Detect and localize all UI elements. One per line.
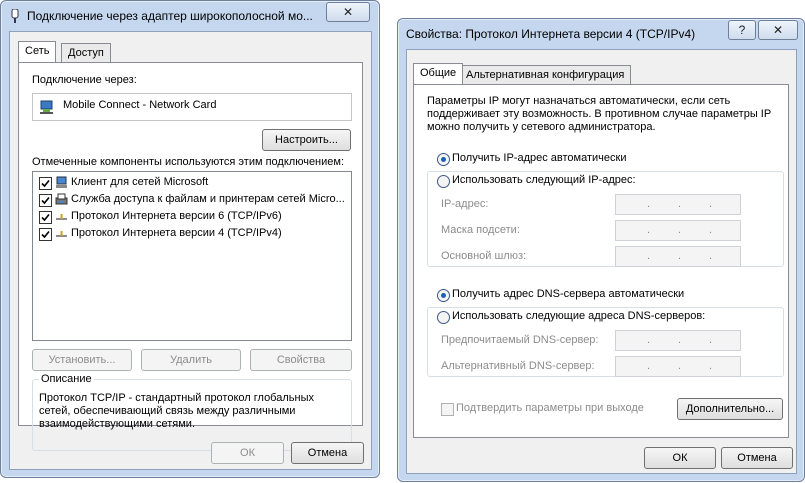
- list-item-label: Клиент для сетей Microsoft: [71, 176, 209, 188]
- protocol-icon: [56, 231, 67, 237]
- protocol-icon: [56, 214, 67, 220]
- ipv4-properties-window: Свойства: Протокол Интернета версии 4 (T…: [397, 18, 805, 482]
- description-group: Описание Протокол TCP/IP - стандартный п…: [32, 373, 352, 451]
- ok-button[interactable]: ОК: [211, 442, 284, 464]
- list-item-label: Протокол Интернета версии 4 (TCP/IPv4): [71, 227, 282, 239]
- ip-manual-label[interactable]: Использовать следующий IP-адрес:: [452, 174, 638, 186]
- intro-text: Параметры IP могут назначаться автоматич…: [427, 95, 771, 133]
- ok-button[interactable]: ОК: [644, 447, 716, 469]
- tab-alternate-config[interactable]: Альтернативная конфигурация: [459, 65, 632, 84]
- ip-auto-label[interactable]: Получить IP-адрес автоматически: [452, 152, 626, 164]
- window-title: Свойства: Протокол Интернета версии 4 (T…: [406, 27, 696, 41]
- configure-button[interactable]: Настроить...: [262, 129, 351, 151]
- tab-general[interactable]: Общие: [413, 63, 464, 84]
- components-label: Отмеченные компоненты используются этим …: [32, 156, 345, 168]
- connection-properties-window: Подключение через адаптер широкополосной…: [0, 0, 380, 478]
- cancel-button[interactable]: Отмена: [721, 447, 793, 469]
- description-text: Протокол TCP/IP - стандартный протокол г…: [39, 392, 314, 430]
- adapter-field: Mobile Connect - Network Card: [32, 93, 352, 121]
- tab-panel: Подключение через: Mobile Connect - Netw…: [18, 62, 363, 451]
- alternate-dns-label: Альтернативный DNS-сервер:: [441, 360, 595, 372]
- tab-network[interactable]: Сеть: [18, 41, 57, 62]
- preferred-dns-label: Предпочитаемый DNS-сервер:: [441, 334, 599, 346]
- tab-panel: Параметры IP могут назначаться автоматич…: [413, 84, 789, 438]
- network-adapter-icon: [11, 9, 19, 23]
- network-client-icon: [56, 176, 67, 188]
- help-button[interactable]: ?: [728, 20, 756, 40]
- components-list[interactable]: Клиент для сетей Microsoft Служба доступ…: [32, 171, 352, 341]
- install-button[interactable]: Установить...: [32, 349, 132, 371]
- tab-sharing[interactable]: Доступ: [61, 43, 111, 62]
- alternate-dns-input[interactable]: ...: [615, 356, 741, 377]
- connect-through-label: Подключение через:: [32, 74, 137, 86]
- close-button[interactable]: ✕: [326, 2, 370, 22]
- help-icon: ?: [738, 23, 746, 37]
- cancel-button[interactable]: Отмена: [291, 442, 364, 464]
- title-bar[interactable]: Свойства: Протокол Интернета версии 4 (T…: [398, 19, 804, 49]
- properties-button[interactable]: Свойства: [250, 349, 352, 371]
- list-item-label: Протокол Интернета версии 6 (TCP/IPv6): [71, 210, 282, 222]
- checkbox[interactable]: [39, 228, 52, 241]
- dialog-client-area: Общие Альтернативная конфигурация Параме…: [406, 49, 797, 474]
- ip-address-input[interactable]: ...: [615, 194, 741, 215]
- ip-manual-radio[interactable]: [437, 175, 450, 188]
- checkbox[interactable]: [39, 194, 52, 207]
- ip-auto-radio[interactable]: [437, 153, 450, 166]
- gateway-label: Основной шлюз:: [441, 250, 527, 262]
- adapter-name: Mobile Connect - Network Card: [63, 99, 217, 111]
- subnet-label: Маска подсети:: [441, 224, 520, 236]
- validate-checkbox[interactable]: [441, 403, 454, 416]
- dns-auto-radio[interactable]: [437, 289, 450, 302]
- dns-manual-radio[interactable]: [437, 311, 450, 324]
- file-printer-sharing-icon: [55, 193, 68, 205]
- title-bar[interactable]: Подключение через адаптер широкополосной…: [1, 1, 379, 31]
- close-icon: ✕: [772, 23, 784, 37]
- ip-address-label: IP-адрес:: [441, 198, 489, 210]
- checkbox[interactable]: [39, 177, 52, 190]
- network-card-icon: [40, 100, 53, 114]
- validate-label[interactable]: Подтвердить параметры при выходе: [456, 402, 644, 414]
- remove-button[interactable]: Удалить: [141, 349, 241, 371]
- dns-auto-label[interactable]: Получить адрес DNS-сервера автоматически: [452, 288, 684, 300]
- list-item-label: Служба доступа к файлам и принтерам сете…: [71, 193, 345, 205]
- dns-manual-label[interactable]: Использовать следующие адреса DNS-сервер…: [452, 310, 708, 322]
- description-label: Описание: [39, 373, 94, 385]
- preferred-dns-input[interactable]: ...: [615, 330, 741, 351]
- advanced-button[interactable]: Дополнительно...: [677, 398, 783, 420]
- gateway-input[interactable]: ...: [615, 246, 741, 267]
- subnet-input[interactable]: ...: [615, 220, 741, 241]
- window-title: Подключение через адаптер широкополосной…: [27, 9, 313, 23]
- close-button[interactable]: ✕: [758, 20, 798, 40]
- dialog-client-area: Сеть Доступ Подключение через: Mobile Co…: [9, 31, 372, 470]
- close-icon: ✕: [342, 5, 354, 19]
- checkbox[interactable]: [39, 211, 52, 224]
